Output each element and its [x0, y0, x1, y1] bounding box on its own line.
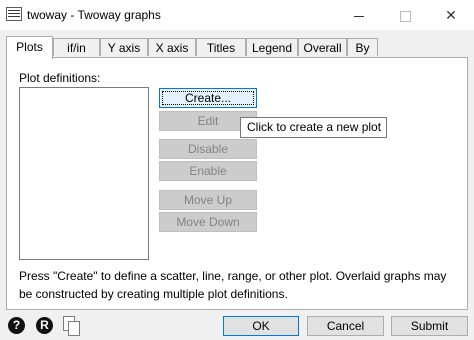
cancel-button[interactable]: Cancel: [307, 316, 384, 336]
copy-icon[interactable]: [62, 315, 80, 336]
record-icon[interactable]: R: [36, 317, 53, 334]
plot-definitions-list[interactable]: [19, 87, 149, 260]
move-down-button[interactable]: Move Down: [159, 212, 257, 232]
tab-if-in[interactable]: if/in: [53, 38, 100, 56]
tab-plots[interactable]: Plots: [6, 36, 53, 59]
minimize-button[interactable]: [336, 0, 382, 30]
minimize-icon: [354, 15, 364, 17]
move-up-button[interactable]: Move Up: [159, 190, 257, 210]
instructions-text: Press "Create" to define a scatter, line…: [19, 269, 447, 301]
maximize-icon: [399, 10, 411, 22]
tab-overall[interactable]: Overall: [298, 38, 347, 56]
disable-button[interactable]: Disable: [159, 139, 257, 159]
title-bar: twoway - Twoway graphs ✕: [0, 0, 474, 30]
submit-button[interactable]: Submit: [391, 316, 468, 336]
ok-button[interactable]: OK: [223, 316, 299, 336]
tab-titles[interactable]: Titles: [196, 38, 246, 56]
create-tooltip: Click to create a new plot: [240, 117, 387, 138]
window-icon: [6, 7, 22, 21]
plot-definitions-label: Plot definitions:: [19, 71, 101, 85]
enable-button[interactable]: Enable: [159, 161, 257, 181]
create-button[interactable]: Create...: [159, 88, 257, 108]
tab-legend[interactable]: Legend: [246, 38, 298, 56]
tab-y-axis[interactable]: Y axis: [100, 38, 148, 56]
tab-x-axis[interactable]: X axis: [148, 38, 196, 56]
tab-by[interactable]: By: [347, 38, 378, 56]
close-button[interactable]: ✕: [428, 0, 474, 30]
maximize-button[interactable]: [382, 0, 428, 30]
help-icon[interactable]: ?: [8, 317, 25, 334]
close-icon: ✕: [445, 7, 457, 23]
copy-sheet-front: [68, 321, 80, 336]
window-title: twoway - Twoway graphs: [27, 8, 161, 22]
